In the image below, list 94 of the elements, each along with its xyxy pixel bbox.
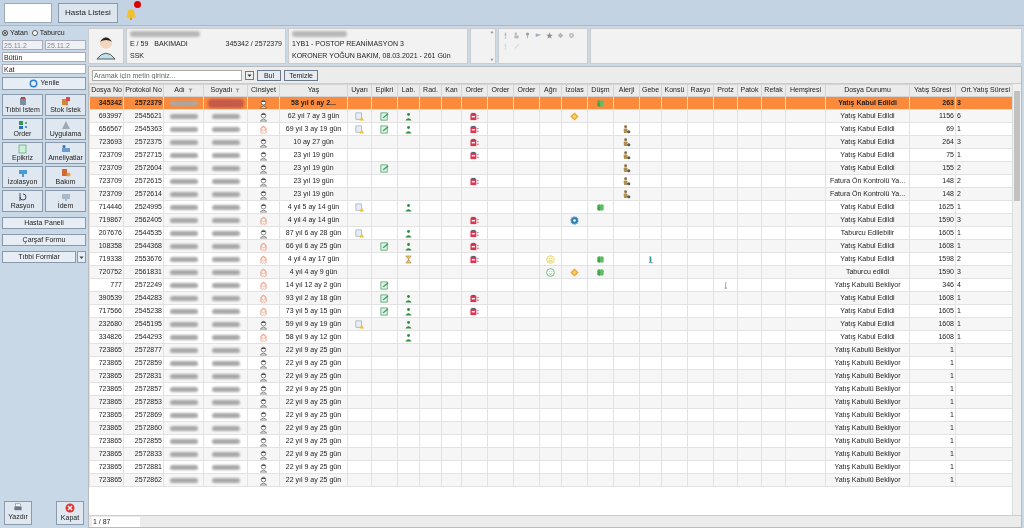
pin-icon xyxy=(524,32,531,39)
caret-icon xyxy=(79,254,84,260)
blurred-text xyxy=(169,477,198,483)
exclamation-icon xyxy=(502,32,509,39)
gear-icon xyxy=(568,32,575,39)
scroll-up-icon xyxy=(490,30,494,34)
blurred-text xyxy=(211,347,240,353)
blurred-text xyxy=(211,386,240,392)
blurred-text xyxy=(211,113,240,119)
blurred-text xyxy=(211,191,240,197)
blurred-text xyxy=(169,295,198,301)
blurred-text xyxy=(169,321,198,327)
blurred-text xyxy=(169,113,198,119)
blurred-text xyxy=(169,217,198,223)
blurred-text xyxy=(211,295,240,301)
blurred-text xyxy=(211,256,240,262)
blurred-text xyxy=(130,30,200,37)
blurred-text xyxy=(169,451,198,457)
person-icon xyxy=(513,32,520,39)
blurred-text xyxy=(211,438,240,444)
blurred-text xyxy=(211,178,240,184)
blurred-text xyxy=(169,178,198,184)
blurred-text xyxy=(169,126,198,132)
dropdown-button[interactable] xyxy=(77,251,86,263)
blurred-text xyxy=(169,139,198,145)
hasta-listesi-button[interactable]: Hasta Listesi xyxy=(58,2,118,23)
blurred-text xyxy=(169,425,198,431)
tool-icon xyxy=(60,144,71,154)
blurred-text xyxy=(169,360,198,366)
blurred-text xyxy=(169,191,198,197)
blurred-text xyxy=(211,282,240,288)
blurred-text xyxy=(169,269,198,275)
blurred-text xyxy=(211,425,240,431)
blurred-text xyxy=(211,373,240,379)
star-icon xyxy=(546,32,553,39)
blurred-text xyxy=(169,373,198,379)
bell-icon xyxy=(124,7,137,20)
caret-icon xyxy=(247,72,252,78)
blurred-text xyxy=(211,204,240,210)
blurred-text xyxy=(211,477,240,483)
blurred-text xyxy=(211,217,240,223)
blurred-text xyxy=(207,98,244,108)
logo-box xyxy=(4,2,52,23)
blurred-text xyxy=(211,399,240,405)
blurred-text xyxy=(211,230,240,236)
blurred-text xyxy=(292,30,347,37)
blurred-text xyxy=(211,139,240,145)
blurred-text xyxy=(211,321,240,327)
tool-icon xyxy=(17,168,28,178)
tool-icon xyxy=(17,96,28,106)
blurred-text xyxy=(169,230,198,236)
blurred-text xyxy=(169,256,198,262)
blurred-text xyxy=(211,126,240,132)
blurred-text xyxy=(211,412,240,418)
blurred-text xyxy=(169,386,198,392)
blurred-text xyxy=(169,100,198,106)
scrollbar[interactable] xyxy=(1012,84,1021,515)
blurred-text xyxy=(211,334,240,340)
flag-icon xyxy=(535,32,542,39)
blurred-text xyxy=(169,243,198,249)
blurred-text xyxy=(169,152,198,158)
blurred-text xyxy=(211,464,240,470)
tool-icon xyxy=(17,192,28,202)
blurred-text xyxy=(169,334,198,340)
diamond-icon xyxy=(557,32,564,39)
close-icon xyxy=(65,502,75,513)
tool-icon xyxy=(60,120,71,130)
blurred-text xyxy=(211,308,240,314)
blurred-text xyxy=(169,282,198,288)
blurred-text xyxy=(169,347,198,353)
tool-icon xyxy=(17,144,28,154)
blurred-text xyxy=(169,399,198,405)
blurred-text xyxy=(211,269,240,275)
blurred-text xyxy=(211,165,240,171)
tool-icon xyxy=(60,96,71,106)
blurred-text xyxy=(211,360,240,366)
blurred-text xyxy=(211,243,240,249)
refresh-icon xyxy=(28,79,38,88)
blurred-text xyxy=(169,438,198,444)
blurred-text xyxy=(169,204,198,210)
tool-icon xyxy=(60,168,71,178)
tool-icon xyxy=(60,192,71,202)
printer-icon xyxy=(13,503,23,513)
dropdown-button[interactable] xyxy=(245,70,254,80)
blurred-text xyxy=(211,451,240,457)
tool-icon xyxy=(17,120,28,130)
pencil-icon xyxy=(513,43,520,50)
scroll-thumb[interactable] xyxy=(1014,91,1020,201)
scroll-down-icon xyxy=(490,58,494,62)
blurred-text xyxy=(169,308,198,314)
blurred-text xyxy=(211,152,240,158)
blurred-text xyxy=(169,464,198,470)
blurred-text xyxy=(169,412,198,418)
blurred-text xyxy=(169,165,198,171)
